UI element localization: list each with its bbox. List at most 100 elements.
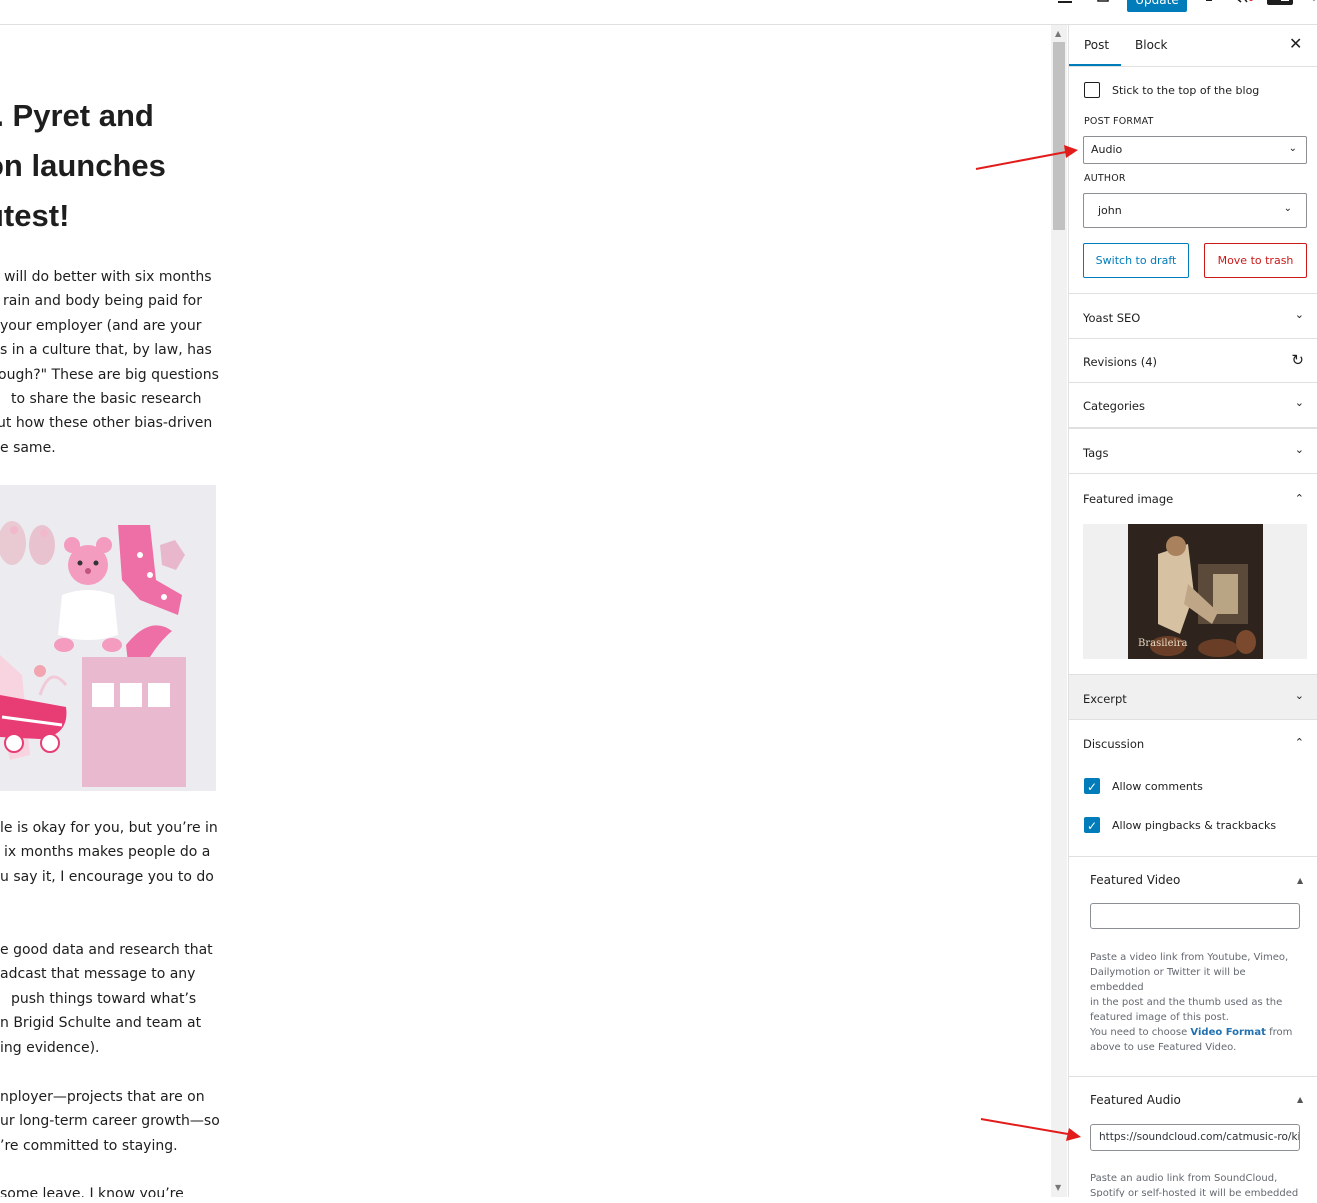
panel-title: Featured image	[1083, 492, 1174, 506]
text-line: e good data and research that	[0, 942, 213, 958]
title-line[interactable]: ). Pyret and	[0, 91, 245, 141]
author-select[interactable]: john ⌄	[1083, 193, 1307, 228]
tab-post[interactable]: Post	[1069, 25, 1122, 66]
post-format-select[interactable]: Audio ⌄	[1083, 136, 1307, 164]
featured-image-caption: Brasileira	[1138, 638, 1188, 649]
text-line: ’re committed to staying.	[0, 1137, 178, 1154]
post-format-label: POST FORMAT	[1084, 116, 1154, 127]
paragraph-block[interactable]: will do better with six months rain and …	[0, 265, 220, 460]
editor-scrollbar[interactable]: ▲ ▼	[1051, 25, 1067, 1197]
allow-pingbacks-label: Allow pingbacks & trackbacks	[1112, 819, 1277, 832]
text-line: to share the basic research	[11, 391, 202, 408]
panel-yoast-seo[interactable]: Yoast SEO ⌄	[1069, 293, 1317, 339]
panel-title: Excerpt	[1083, 692, 1127, 706]
close-icon[interactable]: ✕	[1289, 36, 1302, 52]
text-line: ix months makes people do a	[4, 844, 211, 861]
text-line: ing evidence).	[0, 1039, 100, 1056]
settings-sidebar: Post Block ✕ Stick to the top of the blo…	[1068, 25, 1317, 1197]
scrollbar-thumb[interactable]	[1053, 42, 1065, 230]
panel-categories[interactable]: Categories ⌄	[1069, 382, 1317, 428]
featured-image-preview[interactable]: Brasileira	[1083, 524, 1307, 659]
user-icon[interactable]	[1057, 0, 1073, 6]
move-to-trash-button[interactable]: Move to trash	[1204, 243, 1307, 278]
history-icon: ↻	[1291, 351, 1304, 369]
text-line: ough?" These are big questions	[0, 366, 219, 383]
chevron-down-icon: ⌄	[1294, 443, 1304, 456]
more-options-icon[interactable]	[1311, 0, 1317, 6]
tab-block[interactable]: Block	[1135, 25, 1167, 66]
featured-video-title: Featured Video	[1090, 873, 1181, 887]
allow-pingbacks-checkbox[interactable]: ✓	[1084, 817, 1100, 833]
desc-line: Paste a video link from Youtube, Vimeo,	[1090, 952, 1289, 963]
title-line[interactable]: on launches	[0, 141, 245, 191]
title-line[interactable]: utest!	[0, 191, 245, 241]
panel-title: Yoast SEO	[1083, 311, 1141, 325]
featured-video-box: Featured Video ▲ Paste a video link from…	[1069, 856, 1317, 1077]
image-block[interactable]	[0, 485, 216, 791]
top-toolbar: Update	[0, 0, 1317, 25]
panel-discussion[interactable]: Discussion ⌃ ✓ Allow comments ✓ Allow pi…	[1069, 719, 1317, 857]
sticky-label: Stick to the top of the blog	[1112, 84, 1260, 97]
plugin-icon[interactable]	[1233, 0, 1255, 6]
paragraph-block[interactable]: le is okay for you, but you’re in ix mon…	[0, 816, 220, 889]
desc-text: You need to choose	[1090, 1027, 1191, 1038]
chevron-down-icon: ⌄	[1294, 308, 1304, 321]
baby-items-photo	[0, 485, 216, 791]
panel-excerpt[interactable]: Excerpt ⌄	[1069, 674, 1317, 720]
collapse-toggle-icon[interactable]: ▲	[1297, 876, 1303, 885]
desc-line: in the post and the thumb used as the	[1090, 997, 1283, 1008]
featured-audio-title: Featured Audio	[1090, 1093, 1181, 1107]
featured-audio-description: Paste an audio link from SoundCloud, Spo…	[1090, 1171, 1302, 1197]
text-line: will do better with six months	[4, 269, 212, 285]
text-line: n Brigid Schulte and team at	[0, 1015, 202, 1032]
text-line: your employer (and are your	[0, 317, 202, 334]
update-button[interactable]: Update	[1127, 0, 1187, 12]
text-line: u say it, I encourage you to do	[0, 868, 214, 885]
desc-line: You need to choose Video Format from	[1090, 1025, 1302, 1040]
panel-title: Categories	[1083, 399, 1145, 413]
text-line: s in a culture that, by law, has	[0, 342, 212, 359]
featured-image-photo: Brasileira	[1128, 524, 1263, 659]
desc-line: above to use Featured Video.	[1090, 1042, 1237, 1053]
chevron-down-icon: ⌄	[1294, 689, 1304, 702]
featured-audio-input[interactable]: https://soundcloud.com/catmusic-ro/kill	[1090, 1124, 1300, 1151]
desc-text: from	[1265, 1027, 1293, 1038]
text-line: ur long-term career growth—so	[0, 1113, 220, 1130]
chevron-down-icon: ⌄	[1294, 396, 1304, 409]
chevron-down-icon: ⌄	[1283, 203, 1292, 214]
switch-to-draft-button[interactable]: Switch to draft	[1083, 243, 1189, 278]
text-line: adcast that message to any	[0, 966, 196, 983]
chevron-up-icon: ⌃	[1294, 492, 1304, 505]
paragraph-block[interactable]: e good data and research that adcast tha…	[0, 938, 220, 1060]
mobile-preview-icon[interactable]	[1204, 0, 1214, 6]
featured-video-input[interactable]	[1090, 903, 1300, 929]
panel-title: Discussion	[1083, 737, 1145, 751]
collapse-toggle-icon[interactable]: ▲	[1297, 1095, 1303, 1104]
post-title[interactable]: ). Pyret and on launches utest!	[0, 91, 245, 241]
text-line: some leave. I know you’re	[0, 1186, 184, 1197]
featured-audio-box: Featured Audio ▲ https://soundcloud.com/…	[1069, 1076, 1317, 1197]
allow-comments-checkbox[interactable]: ✓	[1084, 778, 1100, 794]
editor-canvas[interactable]: ). Pyret and on launches utest! will do …	[0, 25, 1051, 1197]
panel-title: Revisions (4)	[1083, 355, 1157, 369]
author-value: john	[1098, 204, 1122, 217]
desc-line: featured image of this post.	[1090, 1012, 1229, 1023]
scroll-up-arrow-icon[interactable]: ▲	[1055, 29, 1061, 38]
desc-line: Paste an audio link from SoundCloud,	[1090, 1173, 1278, 1184]
sidebar-tabs: Post Block ✕	[1069, 25, 1317, 67]
allow-comments-label: Allow comments	[1112, 780, 1203, 793]
sticky-checkbox[interactable]	[1084, 82, 1100, 98]
video-format-link[interactable]: Video Format	[1190, 1027, 1265, 1038]
panel-tags[interactable]: Tags ⌄	[1069, 427, 1317, 475]
settings-sidebar-icon[interactable]	[1267, 0, 1293, 6]
chevron-down-icon: ⌄	[1288, 143, 1297, 154]
panel-featured-image[interactable]: Featured image ⌃	[1069, 473, 1317, 520]
paragraph-block[interactable]: nployer—projects that are on ur long-ter…	[0, 1085, 220, 1158]
scroll-down-arrow-icon[interactable]: ▼	[1055, 1183, 1061, 1192]
preview-icon[interactable]	[1097, 0, 1109, 6]
text-line: rain and body being paid for	[3, 293, 202, 310]
panel-revisions[interactable]: Revisions (4) ↻	[1069, 338, 1317, 383]
text-line: nployer—projects that are on	[0, 1089, 205, 1105]
text-line: ut how these other bias-driven	[0, 415, 213, 432]
paragraph-block[interactable]: some leave. I know you’re	[0, 1182, 220, 1197]
